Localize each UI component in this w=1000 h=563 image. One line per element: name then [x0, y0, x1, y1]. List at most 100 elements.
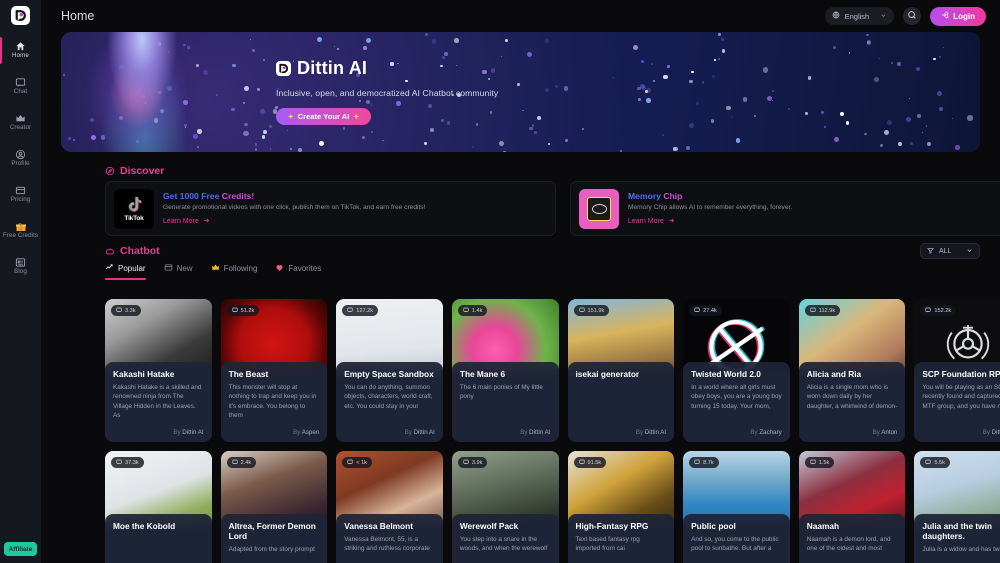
card-title: Public pool	[691, 521, 736, 531]
chat-count-badge: 3.9k	[457, 457, 488, 468]
card-author-name: Dittin AI	[529, 429, 551, 436]
search-icon	[907, 7, 917, 25]
chat-count: 8.7k	[703, 459, 714, 466]
sidebar-item-pricing[interactable]: Pricing	[0, 178, 41, 211]
card-author-prefix: By	[173, 429, 181, 436]
profile-icon	[15, 149, 26, 160]
chat-bubble-icon	[578, 459, 585, 467]
card-description: Kakashi Hatake is a skilled and renowned…	[113, 384, 202, 419]
top-bar: Home English Login	[41, 0, 1000, 32]
chat-bubble-icon	[463, 459, 469, 467]
chatbot-card[interactable]: 8.7k Public pool And so, you come to the p…	[683, 451, 790, 563]
chat-count: 51.2k	[240, 307, 255, 314]
card-body: SCP Foundation RP You will be playing as …	[914, 362, 1000, 442]
arrow-right-icon	[203, 217, 210, 226]
chatbot-icon	[105, 246, 115, 256]
card-description: The 6 main ponies of My little pony	[459, 384, 543, 401]
promo-title: Get 1000 Free Credits!	[163, 191, 547, 201]
sidebar-item-home[interactable]: Home	[0, 34, 41, 67]
card-title: The Mane 6	[459, 369, 506, 379]
memory-chip-icon	[579, 188, 619, 229]
hero-title: Dittin AI	[276, 58, 498, 79]
chatbot-card[interactable]: 2.4k Altrea, Former Demon Lord Adapted fro…	[220, 451, 328, 563]
chatbot-tabs: Popular New Following Favorites	[105, 263, 321, 280]
blog-icon	[15, 257, 26, 268]
search-button[interactable]	[903, 7, 922, 25]
chatbot-card[interactable]: 3.9k Werewolf Pack You step into a snare i…	[451, 451, 559, 563]
card-author: By Dittin AI	[983, 429, 1000, 436]
promo-title: Memory Chip	[628, 191, 1000, 201]
sidebar-item-label: Creator	[9, 124, 32, 132]
chatbot-card[interactable]: 27.4k Twisted World 2.0 In a world where a…	[683, 299, 790, 442]
heart-icon	[275, 263, 284, 274]
chatbot-card[interactable]: 1.5k Naamah Naamah is a demon lord, and on…	[798, 451, 906, 563]
chatbot-card[interactable]: < 1k Vanessa Belmont Vanessa Belmont, 55, …	[336, 451, 443, 563]
chat-bubble-icon	[694, 307, 700, 315]
chatbot-card[interactable]: 51.2k The Beast This monster will stop at …	[220, 299, 328, 442]
promo-card[interactable]: TikTok Get 1000 Free Credits! Generate pro…	[105, 181, 556, 236]
promo-description: Memory Chip allows AI to remember everyt…	[628, 204, 793, 212]
chat-bubble-icon	[810, 459, 816, 467]
learn-more-link[interactable]: Learn More	[163, 217, 547, 226]
chat-count: 112.9k	[818, 307, 836, 314]
card-author: By Dittin AI	[173, 429, 203, 436]
create-your-ai-button[interactable]: ✦ Create Your AI ✦	[276, 108, 371, 125]
card-title: High-Fantasy RPG	[575, 521, 649, 531]
promo-description: Generate promotional videos with one cli…	[163, 204, 426, 212]
chat-count: 127.2k	[356, 307, 374, 314]
card-author-prefix: By	[293, 429, 301, 436]
affiliate-button[interactable]: Affiliate	[4, 542, 37, 556]
card-author-prefix: By	[404, 429, 412, 436]
sidebar-item-label: Home	[12, 52, 29, 60]
tab-popular[interactable]: Popular	[105, 263, 146, 280]
chatbot-card[interactable]: 5.5k Julia and the twin daughters. Julia i…	[914, 451, 1000, 563]
card-title: Naamah	[806, 521, 840, 531]
login-button[interactable]: Login	[930, 6, 986, 26]
tab-favorites[interactable]: Favorites	[275, 263, 321, 280]
chat-count: 3.3k	[125, 307, 136, 314]
chatbot-card[interactable]: 127.2k Empty Space Sandbox You can do anyt…	[336, 299, 443, 442]
tab-label: Popular	[118, 264, 146, 273]
card-title: Werewolf Pack	[459, 521, 519, 531]
learn-more-link[interactable]: Learn More	[628, 217, 1000, 226]
card-title: Empty Space Sandbox	[344, 369, 434, 379]
card-description: Alicia is a single mom who is worn down …	[806, 384, 898, 410]
chatbot-card[interactable]: 151.9k isekai generator By Dittin AI	[567, 299, 675, 442]
topbar-actions: English Login	[824, 6, 986, 26]
card-title: Moe the Kobold	[113, 521, 176, 531]
tab-label: New	[176, 264, 193, 273]
tiktok-icon: TikTok	[114, 188, 154, 229]
sidebar-item-blog[interactable]: Blog	[0, 250, 41, 283]
language-selector[interactable]: English	[824, 7, 895, 25]
app-logo[interactable]	[11, 6, 30, 25]
sidebar-item-free-credits[interactable]: Free Credits	[0, 214, 41, 247]
chat-count-badge: 152.2k	[920, 305, 957, 316]
chat-count: 91.5k	[587, 459, 602, 466]
chatbot-card[interactable]: 1.4k The Mane 6 The 6 main ponies of My li…	[451, 299, 559, 442]
tiktok-wordmark: TikTok	[124, 215, 144, 222]
chatbot-card[interactable]: 112.9k Alicia and Ria Alicia is a single m…	[798, 299, 906, 442]
hero-brand: Dittin AI	[297, 58, 368, 78]
chat-count-badge: 1.4k	[457, 305, 488, 316]
promo-card[interactable]: Memory Chip Memory Chip allows AI to reme…	[570, 181, 1000, 236]
sidebar-item-chat[interactable]: Chat	[0, 70, 41, 103]
tab-label: Following	[223, 264, 258, 273]
tab-following[interactable]: Following	[211, 263, 258, 280]
chatbot-card[interactable]: 3.3k Kakashi Hatake Kakashi Hatake is a sk…	[105, 299, 212, 442]
tab-new[interactable]: New	[164, 263, 193, 280]
card-author-name: Anton	[881, 429, 898, 436]
hero-banner[interactable]: Dittin AI Inclusive, open, and democrati…	[61, 32, 980, 152]
sidebar-item-profile[interactable]: Profile	[0, 142, 41, 175]
promo-title-primary: Memory	[628, 191, 661, 202]
chatbot-heading-label: Chatbot	[120, 245, 160, 257]
sidebar-item-creator[interactable]: Creator	[0, 106, 41, 139]
filter-dropdown[interactable]: ALL	[920, 243, 980, 259]
chat-count: 37.3k	[125, 459, 139, 466]
chat-bubble-icon	[463, 307, 469, 315]
card-author-prefix: By	[635, 429, 644, 436]
chatbot-card[interactable]: 152.2k SCP Foundation RP You will be playi…	[914, 299, 1000, 442]
card-author-prefix: By	[520, 429, 528, 436]
chatbot-card[interactable]: 37.3k Moe the Kobold	[105, 451, 212, 563]
card-body: Moe the Kobold	[105, 514, 212, 563]
chatbot-card[interactable]: 91.5k High-Fantasy RPG Text based fantasy …	[567, 451, 675, 563]
